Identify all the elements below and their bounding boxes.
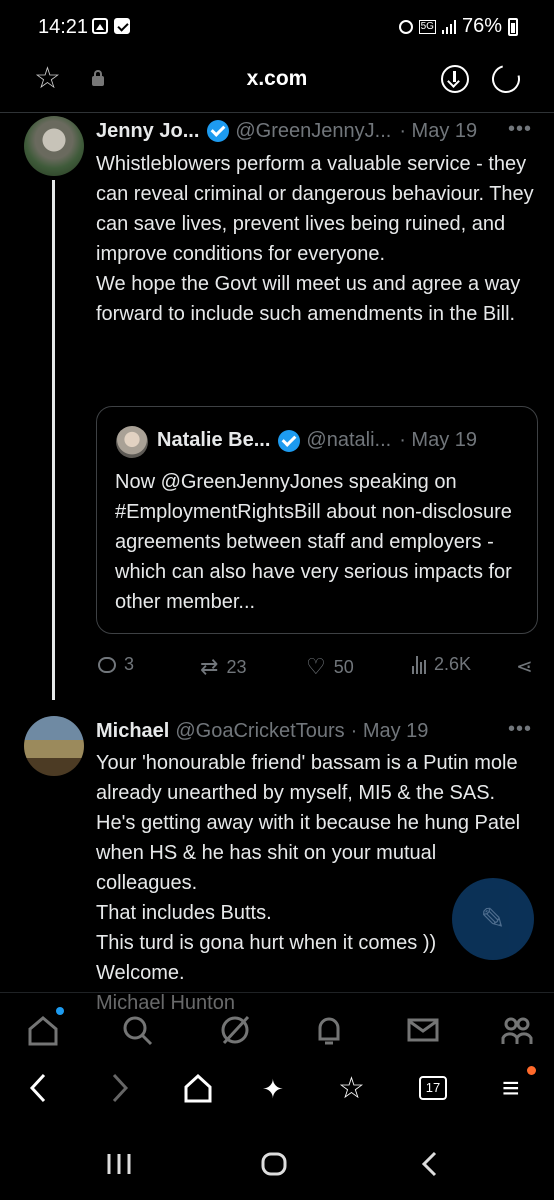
like-count: 50 xyxy=(333,656,354,677)
views-button[interactable]: 2.6K xyxy=(412,654,471,675)
home-button-icon[interactable] xyxy=(261,1152,287,1176)
browser-toolbar: ✦ ☆ ≡ xyxy=(0,1058,554,1122)
compose-button[interactable]: ✎ xyxy=(452,878,534,960)
back-icon[interactable] xyxy=(28,1072,48,1104)
author-handle[interactable]: @GoaCricketTours xyxy=(175,720,344,743)
quote-header: Natalie Be... @natali... · May 19 xyxy=(157,429,477,452)
like-button[interactable]: ♡ 50 xyxy=(306,654,354,680)
tweet-text: Your 'honourable friend' bassam is a Put… xyxy=(96,752,521,1014)
battery-percent: 76% xyxy=(461,15,502,37)
sparkle-icon[interactable]: ✦ xyxy=(262,1072,284,1106)
reply-count: 3 xyxy=(124,654,135,674)
quote-author-name: Natalie Be... xyxy=(157,429,271,451)
menu-icon[interactable]: ≡ xyxy=(502,1072,520,1106)
avatar[interactable] xyxy=(24,116,84,176)
notification-icons xyxy=(92,18,130,34)
tweet-date[interactable]: · May 19 xyxy=(399,120,477,143)
avatar[interactable] xyxy=(24,716,84,776)
author-handle[interactable]: @GreenJennyJ... xyxy=(235,120,391,143)
author-name[interactable]: Jenny Jo... xyxy=(96,120,199,143)
home-icon[interactable] xyxy=(26,1013,60,1047)
reply-button[interactable]: 3 xyxy=(98,654,134,675)
forward-icon[interactable] xyxy=(110,1072,130,1104)
views-icon xyxy=(412,655,426,674)
browser-url-bar: ☆ x.com xyxy=(0,56,554,106)
repost-icon: ⇄ xyxy=(200,654,219,679)
tabs-icon[interactable]: 17 xyxy=(419,1076,447,1100)
tweet-header: Jenny Jo... @GreenJennyJ... · May 19 xyxy=(96,116,477,146)
tweet-header: Michael @GoaCricketTours · May 19 xyxy=(96,716,428,746)
quote-avatar xyxy=(116,426,148,458)
heart-icon: ♡ xyxy=(306,654,326,679)
home-notification-dot xyxy=(56,1007,64,1015)
back-nav-icon[interactable] xyxy=(420,1150,438,1178)
tweet-actions: 3 ⇄ 23 ♡ 50 2.6K ⋖ xyxy=(96,654,542,684)
quote-text: Now @GreenJennyJones speaking on #Employ… xyxy=(115,471,512,613)
reload-icon[interactable] xyxy=(486,59,526,99)
tweet-date[interactable]: · May 19 xyxy=(351,720,429,743)
status-right: 5G 76% xyxy=(398,15,518,38)
x-bottom-nav xyxy=(0,992,554,1053)
battery-icon xyxy=(508,17,518,36)
verified-badge-icon xyxy=(278,429,301,452)
more-options-icon[interactable]: ••• xyxy=(508,118,532,141)
grok-icon[interactable] xyxy=(218,1013,252,1047)
more-options-icon[interactable]: ••• xyxy=(508,718,532,741)
system-nav-bar xyxy=(0,1140,554,1190)
share-icon: ⋖ xyxy=(516,656,533,678)
gallery-notification-icon xyxy=(92,18,108,34)
bookmarks-icon[interactable]: ☆ xyxy=(338,1072,365,1106)
network-type: 5G xyxy=(418,19,436,34)
author-name[interactable]: Michael xyxy=(96,720,169,743)
communities-icon[interactable] xyxy=(500,1013,534,1047)
share-button[interactable]: ⋖ xyxy=(516,654,533,679)
tweet-text: Whistleblowers perform a valuable servic… xyxy=(96,153,534,325)
url-text[interactable]: x.com xyxy=(0,67,554,91)
thread-line xyxy=(52,180,55,700)
notifications-icon[interactable] xyxy=(312,1013,346,1047)
feather-icon: ✎ xyxy=(480,902,506,936)
messages-icon[interactable] xyxy=(406,1013,440,1047)
check-notification-icon xyxy=(114,18,130,34)
verified-badge-icon xyxy=(207,120,230,142)
quote-author-handle: @natali... xyxy=(306,429,392,451)
alarm-icon xyxy=(398,19,413,34)
home-icon[interactable] xyxy=(183,1072,213,1104)
repost-button[interactable]: ⇄ 23 xyxy=(200,654,246,680)
signal-icon xyxy=(441,19,456,34)
quote-date: · May 19 xyxy=(399,429,477,451)
reply-icon xyxy=(98,656,116,673)
repost-count: 23 xyxy=(226,656,247,677)
status-bar: 14:21 5G 76% xyxy=(0,0,554,56)
recents-icon[interactable] xyxy=(106,1152,132,1176)
status-time: 14:21 xyxy=(38,16,89,38)
download-icon[interactable] xyxy=(441,65,469,93)
search-icon[interactable] xyxy=(120,1013,154,1047)
menu-notification-dot xyxy=(527,1066,536,1075)
quoted-tweet[interactable]: Natalie Be... @natali... · May 19 Now @G… xyxy=(96,406,538,634)
views-count: 2.6K xyxy=(434,654,472,674)
divider xyxy=(0,112,554,113)
